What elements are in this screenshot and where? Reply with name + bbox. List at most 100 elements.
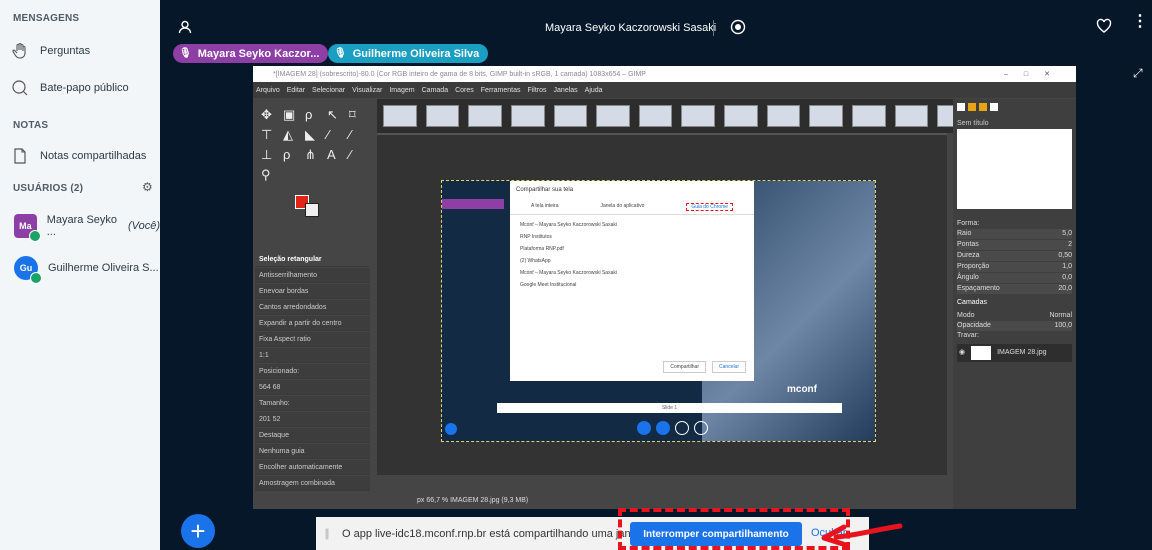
dialog-tab: Guia do Chrome — [686, 203, 734, 211]
menu-item: Arquivo — [256, 86, 280, 94]
tool-option: Nenhuma guia — [255, 444, 370, 459]
dialog-tabs: A tela inteira Janela do aplicativo Guia… — [510, 195, 754, 215]
mic-icon: 🎙 — [334, 48, 347, 59]
doc-mic-icon — [637, 421, 651, 435]
tool-option: Cantos arredondados — [255, 300, 370, 315]
line-icon: ⁄ — [349, 147, 352, 162]
tool-option: Antisserrilhamento — [255, 268, 370, 283]
menu-item: Camada — [421, 86, 449, 94]
gimp-right-dock: Sem título Forma: Raio 5,0 Pontas 2 Dureza… — [953, 99, 1076, 509]
sidebar-item-label: Perguntas — [40, 45, 91, 57]
sidebar-item-public-chat[interactable]: Bate-papo público — [0, 74, 160, 102]
dialog-list-item: (2) WhatsApp — [520, 258, 551, 264]
tool-option: Encolher automaticamente — [255, 460, 370, 475]
raise-hand-icon — [0, 37, 40, 65]
chat-icon — [0, 74, 40, 102]
doc-share-icon — [694, 421, 708, 435]
image-document: Compartilhar sua tela A tela inteira Jan… — [441, 180, 876, 442]
gimp-menubar: Arquivo Editar Selecionar Visualizar Ima… — [253, 82, 1076, 98]
dialog-tab: Janela do aplicativo — [600, 203, 645, 209]
menu-item: Janelas — [553, 86, 578, 94]
image-tab-thumbnail — [766, 105, 801, 127]
crop-icon: ⌑ — [349, 107, 356, 122]
dialog-list-item: Plataforma RNP.pdf — [520, 246, 564, 252]
pencil-icon: ⁄ — [327, 127, 330, 142]
user-list-toggle-icon[interactable] — [178, 20, 192, 39]
brush-icon: ⁄ — [349, 127, 352, 142]
image-tab-thumbnail — [425, 105, 460, 127]
image-tabs — [377, 99, 977, 133]
top-bar: Mayara Seyko Kaczorowski Sasaki ⋮ — [160, 0, 1152, 44]
doc-camera-icon — [675, 421, 689, 435]
users-section-title: USUÁRIOS (2) — [13, 183, 84, 194]
image-tab-thumbnail — [681, 105, 716, 127]
sharing-message: O app live-idc18.mconf.rnp.br está compa… — [342, 527, 646, 540]
sidebar-item-shared-notes[interactable]: Notas compartilhadas — [0, 142, 160, 170]
tool-option: Tamanho: — [255, 396, 370, 411]
fullscreen-icon[interactable]: ⤢ — [1133, 66, 1143, 81]
user-list-item[interactable]: Gu Guilherme Oliveira S... — [0, 252, 160, 284]
dialog-list-item: Mconf – Mayara Seyko Kaczorowski Sasaki — [520, 222, 617, 228]
image-tab-thumbnail — [809, 105, 844, 127]
window-controls: –□✕ — [1004, 71, 1066, 78]
dialog-list-item: RNP Institutos — [520, 234, 552, 240]
user-list-item[interactable]: Ma Mayara Seyko ... (Você) — [0, 210, 160, 242]
text-tool-icon: A — [327, 147, 336, 162]
doc-fab-icon — [445, 423, 457, 435]
image-tab-thumbnail — [852, 105, 886, 127]
avatar: Gu — [14, 256, 42, 284]
tool-option: 1:1 — [255, 348, 370, 363]
image-tab-thumbnail — [553, 105, 588, 127]
gear-icon[interactable]: ⚙ — [142, 180, 153, 194]
sidebar-item-label: Notas compartilhadas — [40, 150, 147, 162]
mconf-logo: mconf — [787, 384, 817, 395]
tool-option: Destaque — [255, 428, 370, 443]
layer-thumbnail — [971, 346, 992, 360]
heart-icon[interactable] — [1096, 18, 1112, 39]
image-tab-thumbnail — [596, 105, 630, 127]
arrow-annotation-icon — [821, 523, 903, 546]
menu-item: Selecionar — [312, 86, 346, 94]
menu-item: Visualizar — [352, 86, 383, 94]
image-tab-thumbnail — [468, 105, 502, 127]
mic-active-icon — [28, 230, 41, 242]
avatar: Ma — [14, 214, 41, 242]
tool-option: 564 68 — [255, 380, 370, 395]
menu-item: Cores — [455, 86, 474, 94]
gimp-statusbar: px 66,7 % IMAGEM 28.jpg (9,3 MB) — [377, 492, 947, 509]
more-options-icon[interactable]: ⋮ — [1132, 14, 1148, 30]
move-tool-icon: ✥ — [261, 107, 272, 122]
menu-item: Ajuda — [584, 86, 603, 94]
transform-icon: ⊤ — [261, 127, 273, 142]
gimp-toolbox: ✥ ▣ ρ ↖ ⌑ ⊤ ◭ ◣ ⁄ ⁄ ⊥ ρ ⋔ A ⁄ ⚲ Seleção … — [253, 99, 372, 509]
brush-swatches — [957, 103, 1072, 116]
doc-talker-pill — [442, 199, 504, 209]
image-tab-thumbnail — [510, 105, 545, 127]
screenshare-gimp-window: *[IMAGEM 28] (sobrescrito)-80.0 (Cor RGB… — [253, 66, 1076, 509]
dialog-list-item: Google Meet Institucional — [520, 282, 577, 288]
dialog-cancel-button: Cancelar — [711, 361, 746, 373]
add-action-button[interactable]: + — [181, 514, 215, 548]
gimp-titlebar: *[IMAGEM 28] (sobrescrito)-80.0 (Cor RGB… — [253, 66, 1076, 82]
layers-tab: Camadas — [957, 299, 987, 306]
sidebar: MENSAGENS Perguntas Bate-papo público NO… — [0, 0, 160, 550]
clone-icon: ⊥ — [261, 147, 273, 162]
mic-icon: 🎙 — [179, 48, 192, 59]
notes-section-title: NOTAS — [13, 120, 49, 131]
menu-item: Filtros — [527, 86, 547, 94]
menu-item: Editar — [286, 86, 306, 94]
drag-handle-icon[interactable]: ∥ — [320, 527, 334, 540]
dialog-tab: A tela inteira — [530, 203, 559, 209]
image-tab-thumbnail — [638, 105, 673, 127]
brush-preview — [957, 129, 1072, 209]
path-icon: ⋔ — [305, 147, 316, 162]
tool-option: 201 52 — [255, 412, 370, 427]
share-screen-dialog: Compartilhar sua tela A tela inteira Jan… — [510, 181, 754, 381]
meeting-title: Mayara Seyko Kaczorowski Sasaki — [545, 22, 717, 34]
sidebar-item-questions[interactable]: Perguntas — [0, 37, 160, 65]
recording-icon[interactable] — [730, 19, 746, 40]
zoom-tool-icon: ⚲ — [261, 167, 271, 182]
sidebar-item-label: Bate-papo público — [40, 82, 129, 94]
tool-option: Posicionado: — [255, 364, 370, 379]
tool-options-title: Seleção retangular — [255, 252, 370, 267]
